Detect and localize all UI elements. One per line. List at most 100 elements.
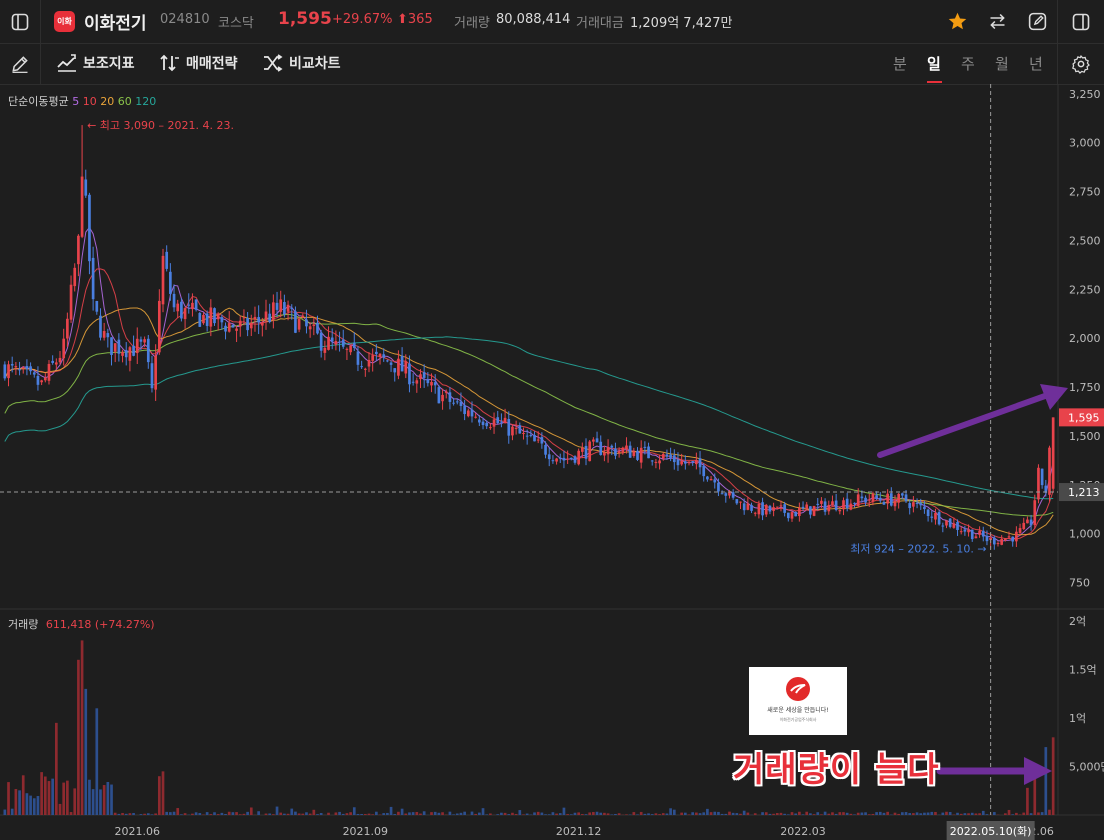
candle-body xyxy=(393,368,397,373)
compare-button[interactable]: 비교차트 xyxy=(263,53,341,73)
volume-bar xyxy=(91,789,95,815)
candle-body xyxy=(1026,519,1029,524)
candle-body xyxy=(375,351,378,355)
candle-body xyxy=(110,337,113,355)
candle-body xyxy=(433,382,437,386)
strategy-button[interactable]: 매매전략 xyxy=(160,53,238,73)
volume-bar xyxy=(926,812,930,815)
promo-text: 새로운 세상을 만듭니다! xyxy=(767,707,829,714)
candle-body xyxy=(62,338,66,359)
high-annotation: ← 최고 3,090 – 2021. 4. 23. xyxy=(87,119,234,132)
volume-bar xyxy=(88,779,91,815)
candle-body xyxy=(441,394,444,402)
volume-bar xyxy=(95,708,99,815)
candle-body xyxy=(842,500,845,510)
candle-body xyxy=(864,497,867,503)
candle-body xyxy=(978,530,981,535)
settings-button[interactable] xyxy=(1057,44,1104,84)
candle-body xyxy=(790,512,794,519)
volume-bar xyxy=(481,808,485,815)
current-price-label: 1,595 xyxy=(1068,411,1100,424)
volume-bar xyxy=(724,813,728,815)
volume-bar xyxy=(547,814,551,815)
price-chart[interactable]: 7501,0001,2501,5001,7502,0002,2502,5002,… xyxy=(0,84,1104,840)
indicators-button[interactable]: 보조지표 xyxy=(57,53,135,73)
candle-body xyxy=(794,511,798,517)
volume-bar xyxy=(73,788,77,815)
volume-bar xyxy=(794,813,798,815)
candle-body xyxy=(73,267,77,287)
price-tick-label: 2,500 xyxy=(1069,234,1101,247)
period-week[interactable]: 주 xyxy=(961,53,975,74)
candle-body xyxy=(919,503,923,506)
period-minute[interactable]: 분 xyxy=(893,53,907,74)
sidebar-left-icon xyxy=(11,13,29,30)
volume-bar xyxy=(102,785,106,815)
volume-bar xyxy=(864,812,867,815)
sidebar-toggle-button[interactable] xyxy=(0,0,41,43)
candle-body xyxy=(117,339,121,354)
volume-bar xyxy=(25,793,29,815)
candle-body xyxy=(661,453,665,459)
price-annotation-arrow xyxy=(877,393,1048,458)
candle-body xyxy=(430,381,433,386)
period-day[interactable]: 일 xyxy=(927,53,941,74)
edit-icon[interactable] xyxy=(1027,11,1048,32)
candle-body xyxy=(404,361,408,374)
candle-body xyxy=(161,255,165,305)
star-icon[interactable] xyxy=(947,11,968,32)
volume-bar xyxy=(139,814,143,815)
indicators-label: 보조지표 xyxy=(83,56,135,72)
volume-bar xyxy=(967,813,970,815)
candle-body xyxy=(580,447,584,452)
volume-bar xyxy=(161,771,165,815)
active-period-indicator xyxy=(927,81,942,83)
volume-bar xyxy=(209,814,213,815)
candle-body xyxy=(952,523,956,528)
candle-body xyxy=(680,461,683,465)
volume-bar xyxy=(985,814,989,815)
volume-bar xyxy=(275,806,279,815)
candle-body xyxy=(617,451,621,454)
period-month[interactable]: 월 xyxy=(995,53,1009,74)
volume-bar xyxy=(687,814,691,815)
candle-body xyxy=(305,319,308,327)
volume-bar xyxy=(7,782,10,815)
candle-body xyxy=(7,364,10,379)
volume-bar xyxy=(691,812,695,815)
volume-bar xyxy=(632,812,636,815)
volume-bar xyxy=(562,807,566,815)
candle-body xyxy=(970,529,974,540)
volume-bar xyxy=(180,814,183,815)
candle-body xyxy=(573,456,577,463)
candle-body xyxy=(132,345,135,356)
volume-bar xyxy=(1015,812,1018,815)
candle-body xyxy=(709,478,713,481)
volume-bar xyxy=(834,813,838,815)
candle-body xyxy=(386,360,389,362)
candle-body xyxy=(746,503,750,510)
candle-body xyxy=(912,502,915,507)
volume-bar xyxy=(341,813,345,815)
volume-bar xyxy=(77,659,80,815)
volume-bar xyxy=(286,813,290,815)
candle-body xyxy=(739,501,742,503)
candle-body xyxy=(459,401,463,406)
period-year[interactable]: 년 xyxy=(1029,53,1043,74)
change-percent: +29.67% xyxy=(332,12,393,27)
volume-bar xyxy=(717,811,720,815)
candle-body xyxy=(194,299,198,310)
volume-bar xyxy=(305,812,308,815)
candle-body xyxy=(1011,536,1015,542)
candle-body xyxy=(867,499,871,501)
volume-bar xyxy=(544,814,547,815)
candle-body xyxy=(798,507,801,517)
volume-bar xyxy=(974,813,978,815)
candle-body xyxy=(875,495,878,499)
volume-bar xyxy=(764,812,768,815)
swap-icon[interactable] xyxy=(987,11,1008,32)
pencil-icon[interactable] xyxy=(10,54,30,74)
panel-toggle-button[interactable] xyxy=(1057,0,1104,43)
candle-body xyxy=(606,447,610,455)
candle-body xyxy=(569,457,573,459)
